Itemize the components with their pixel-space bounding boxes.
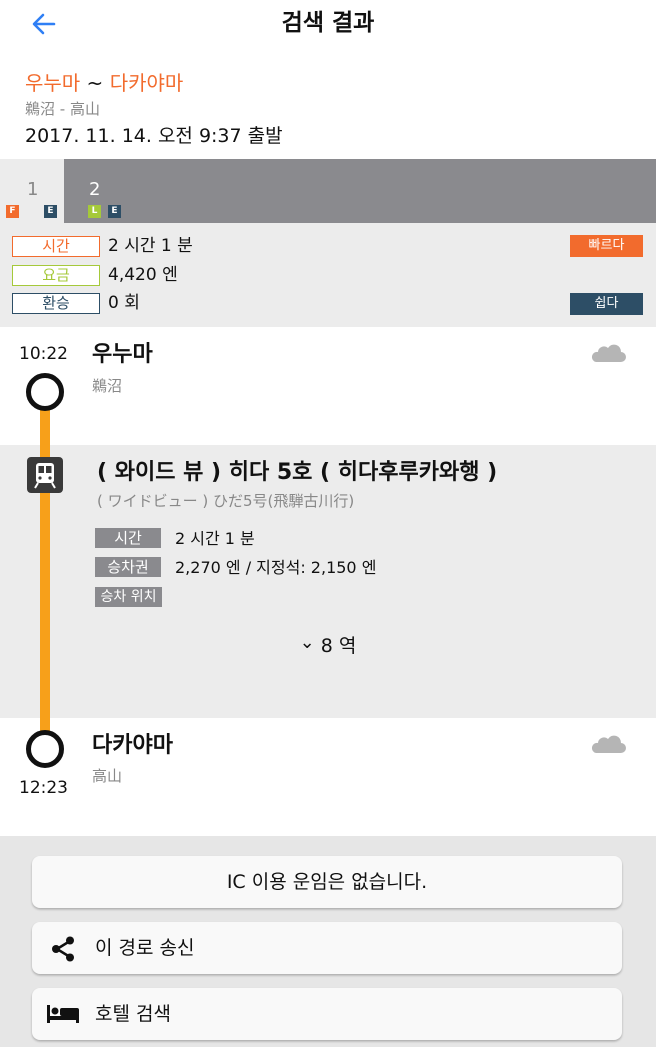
share-route-button[interactable]: 이 경로 송신 bbox=[32, 922, 622, 974]
train-time-tag: 시간 bbox=[95, 528, 161, 548]
page-title: 검색 결과 bbox=[281, 10, 375, 36]
departure-station-jp: 鵜沼 bbox=[92, 377, 123, 395]
departure-time: 10:22 bbox=[19, 344, 68, 364]
stops-count: 8 역 bbox=[320, 635, 357, 657]
arrival-stop-marker bbox=[26, 730, 64, 768]
route-heading: 우누마 ~ 다카야마 bbox=[25, 70, 183, 96]
boarding-position-tag[interactable]: 승차 위치 bbox=[95, 587, 162, 607]
time-value: 2 시간 1 분 bbox=[108, 236, 193, 256]
fast-badge: 빠르다 bbox=[570, 235, 643, 257]
route-separator: ~ bbox=[80, 71, 110, 95]
easy-badge-icon: E bbox=[44, 205, 57, 218]
departure-station-name[interactable]: 우누마 bbox=[92, 341, 153, 369]
easy-badge: 쉽다 bbox=[570, 293, 643, 315]
arrival-time: 12:23 bbox=[19, 778, 68, 798]
fare-tag: 요금 bbox=[12, 265, 100, 286]
train-name-jp: ( ワイドビュー ) ひだ5号(飛騨古川行) bbox=[97, 492, 355, 510]
arrival-station-jp: 高山 bbox=[92, 767, 123, 785]
destination-station: 다카야마 bbox=[109, 71, 184, 95]
hotel-search-label: 호텔 검색 bbox=[95, 1003, 171, 1025]
cloud-icon bbox=[591, 344, 626, 362]
train-name: ( 와이드 뷰 ) 히다 5호 ( 히다후루카와행 ) bbox=[97, 460, 498, 485]
fast-badge-icon: F bbox=[6, 205, 19, 218]
cheap-badge-icon: L bbox=[88, 205, 101, 218]
route-summary: 시간 2 시간 1 분 빠르다 요금 4,420 엔 환승 0 회 쉽다 bbox=[0, 223, 656, 327]
ticket-tag: 승차권 bbox=[95, 557, 161, 577]
share-route-label: 이 경로 송신 bbox=[95, 937, 195, 959]
stops-toggle[interactable]: ⌄ 8 역 bbox=[0, 632, 656, 660]
ic-fare-label: IC 이용 운임은 없습니다. bbox=[226, 871, 428, 893]
tab-number: 1 bbox=[27, 179, 39, 200]
departure-stop-marker bbox=[26, 373, 64, 411]
easy-badge-icon: E bbox=[108, 205, 121, 218]
transfer-value: 0 회 bbox=[108, 293, 140, 313]
origin-station: 우누마 bbox=[25, 71, 81, 95]
transfer-tag: 환승 bbox=[12, 293, 100, 314]
tab-route-2[interactable]: 2 L E bbox=[64, 159, 128, 223]
route-line bbox=[40, 392, 50, 740]
fare-value: 4,420 엔 bbox=[108, 265, 178, 285]
tab-number: 2 bbox=[89, 179, 101, 200]
bed-icon bbox=[47, 1005, 79, 1023]
hotel-search-button[interactable]: 호텔 검색 bbox=[32, 988, 622, 1040]
train-icon bbox=[27, 457, 63, 493]
ticket-value: 2,270 엔 / 지정석: 2,150 엔 bbox=[175, 558, 377, 577]
train-time-value: 2 시간 1 분 bbox=[175, 529, 255, 548]
arrival-station-name[interactable]: 다카야마 bbox=[92, 732, 173, 760]
departure-datetime: 2017. 11. 14. 오전 9:37 출발 bbox=[25, 125, 283, 147]
action-area: IC 이용 운임은 없습니다. 이 경로 송신 호텔 검색 bbox=[0, 836, 656, 1047]
time-tag: 시간 bbox=[12, 236, 100, 257]
chevron-down-icon: ⌄ bbox=[299, 632, 315, 653]
route-subtitle: 鵜沼 - 高山 bbox=[25, 100, 100, 118]
share-icon bbox=[52, 936, 74, 962]
cloud-icon bbox=[591, 735, 626, 753]
ic-fare-notice: IC 이용 운임은 없습니다. bbox=[32, 856, 622, 908]
tab-route-1[interactable]: 1 F E bbox=[0, 159, 64, 223]
